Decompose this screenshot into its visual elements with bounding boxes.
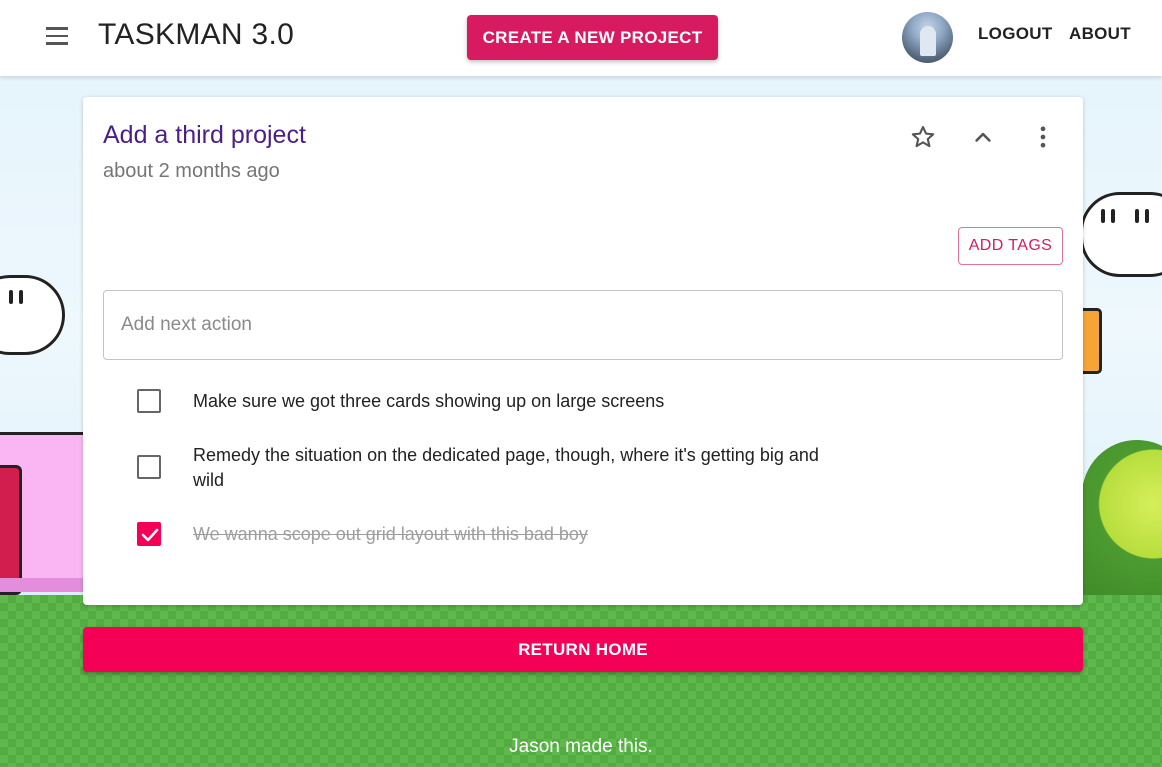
add-tags-button[interactable]: ADD TAGS bbox=[958, 227, 1063, 265]
star-outline-icon[interactable] bbox=[909, 123, 937, 151]
cloud-right bbox=[1080, 192, 1162, 277]
create-project-button[interactable]: CREATE A NEW PROJECT bbox=[467, 15, 718, 60]
pink-block bbox=[0, 432, 90, 595]
project-card: Add a third project about 2 months ago A… bbox=[83, 97, 1083, 605]
logout-button[interactable]: LOGOUT bbox=[978, 24, 1053, 44]
action-text-completed: We wanna scope out grid layout with this… bbox=[193, 524, 588, 544]
project-title: Add a third project bbox=[103, 121, 306, 149]
action-text: Make sure we got three cards showing up … bbox=[193, 391, 665, 411]
next-action-input[interactable] bbox=[103, 290, 1063, 360]
action-checkbox[interactable] bbox=[137, 389, 161, 413]
action-checkbox-checked[interactable] bbox=[137, 522, 161, 546]
app-title: TASKMAN 3.0 bbox=[98, 18, 295, 51]
about-button[interactable]: ABOUT bbox=[1069, 24, 1131, 44]
app-bar: TASKMAN 3.0 CREATE A NEW PROJECT LOGOUT … bbox=[0, 0, 1162, 76]
orange-block bbox=[1080, 308, 1102, 374]
action-checkbox[interactable] bbox=[137, 455, 161, 479]
hamburger-menu-icon[interactable] bbox=[46, 27, 70, 47]
project-timestamp: about 2 months ago bbox=[103, 160, 280, 182]
more-vertical-icon[interactable] bbox=[1029, 123, 1057, 151]
user-avatar[interactable] bbox=[902, 12, 953, 63]
action-text: Remedy the situation on the dedicated pa… bbox=[193, 445, 819, 490]
chevron-up-icon[interactable] bbox=[969, 123, 997, 151]
bush bbox=[1082, 440, 1162, 600]
footer-credit: Jason made this. bbox=[509, 736, 653, 757]
return-home-button[interactable]: RETURN HOME bbox=[83, 627, 1083, 672]
